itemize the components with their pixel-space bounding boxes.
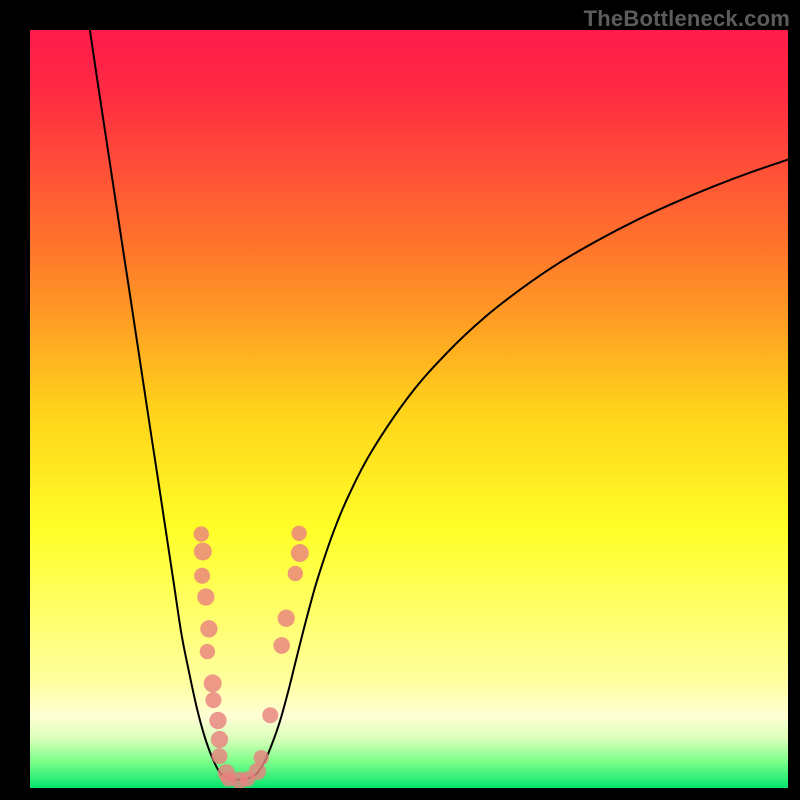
highlight-dot bbox=[209, 712, 226, 729]
watermark-text: TheBottleneck.com bbox=[584, 6, 790, 32]
highlight-dot bbox=[197, 588, 214, 605]
plot-area bbox=[30, 30, 788, 788]
highlight-dot bbox=[200, 644, 215, 659]
highlight-dot bbox=[211, 731, 228, 748]
highlight-dot bbox=[194, 526, 209, 541]
highlight-dot bbox=[291, 526, 306, 541]
highlight-dot bbox=[194, 543, 212, 561]
chart-svg bbox=[30, 30, 788, 788]
highlight-dot bbox=[273, 637, 290, 654]
highlight-dot bbox=[278, 610, 295, 627]
highlight-dot bbox=[262, 707, 278, 723]
highlight-dot bbox=[249, 763, 266, 780]
highlight-dot bbox=[253, 750, 268, 765]
chart-background bbox=[30, 30, 788, 788]
highlight-dot bbox=[204, 674, 222, 692]
highlight-dot bbox=[194, 568, 210, 584]
highlight-dot bbox=[291, 544, 309, 562]
highlight-dot bbox=[205, 692, 221, 708]
highlight-dot bbox=[200, 620, 217, 637]
highlight-dot bbox=[211, 748, 227, 764]
chart-frame: TheBottleneck.com bbox=[0, 0, 800, 800]
highlight-dot bbox=[288, 566, 303, 581]
